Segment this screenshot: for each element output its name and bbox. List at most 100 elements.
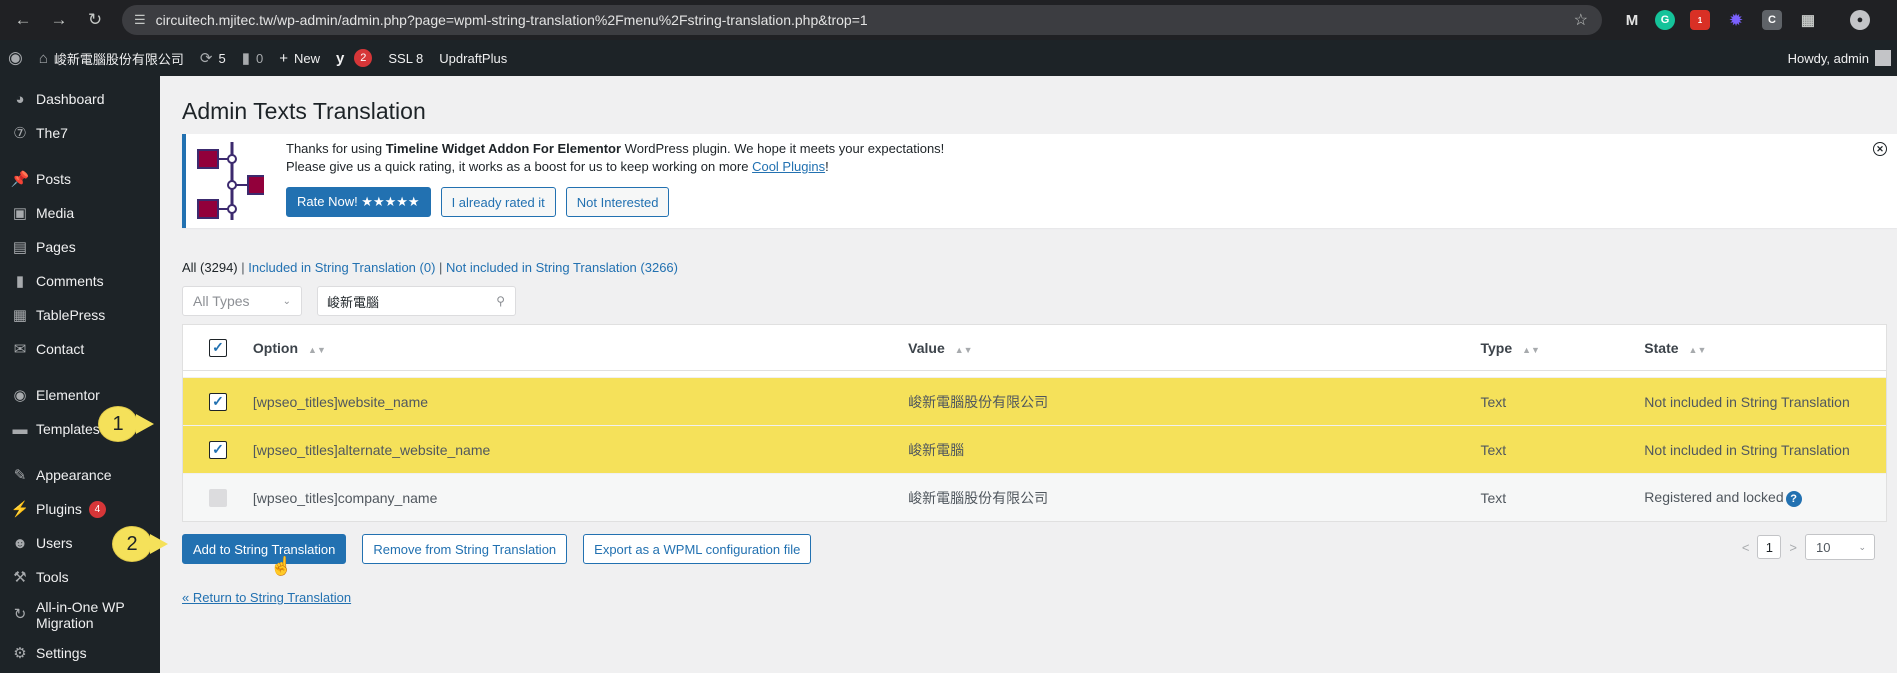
howdy-label: Howdy, admin [1787, 50, 1869, 66]
bookmark-star-icon[interactable]: ☆ [1574, 10, 1588, 30]
select-all-checkbox[interactable]: ✓ [208, 338, 227, 357]
table-header: ✓ Option ▲▼ Value ▲▼ Type ▲▼ State ▲▼ [183, 325, 1886, 371]
sidebar-item-comments[interactable]: ▮ Comments [0, 264, 160, 298]
prev-page-button[interactable]: < [1742, 540, 1750, 555]
my-account-menu[interactable]: Howdy, admin [1788, 40, 1897, 76]
per-page-select[interactable]: 10 ⌄ [1805, 534, 1875, 560]
updates-link[interactable]: ⟳ 5 [192, 40, 234, 76]
status-filter-links: All (3294) | Included in String Translat… [182, 260, 678, 275]
sidebar-item-all-in-one-wp-migration[interactable]: ↻ All-in-One WP Migration [0, 594, 160, 636]
current-page[interactable]: 1 [1757, 535, 1782, 559]
already-rated-button[interactable]: I already rated it [440, 187, 556, 217]
add-to-string-translation-button[interactable]: Add to String Translation [182, 534, 347, 564]
yoast-icon: y [336, 49, 345, 67]
extension-gear-icon[interactable]: ✹ [1726, 10, 1746, 30]
updraftplus-label: UpdraftPlus [439, 50, 508, 66]
rate-now-button[interactable]: Rate Now! ★★★★★ [286, 187, 431, 217]
address-bar[interactable]: ☰ circuitech.mjitec.tw/wp-admin/admin.ph… [122, 5, 1602, 35]
close-icon[interactable]: ✕ [1873, 142, 1887, 156]
profile-avatar-icon[interactable]: ● [1850, 10, 1870, 30]
row-checkbox[interactable]: ✓ [208, 392, 227, 411]
return-to-string-translation-link[interactable]: « Return to String Translation [182, 590, 351, 605]
column-value[interactable]: Value ▲▼ [908, 340, 1480, 356]
state-cell: Not included in String Translation [1644, 393, 1850, 410]
reload-icon[interactable]: ↻ [82, 7, 108, 33]
sidebar-item-pages[interactable]: ▤ Pages [0, 230, 160, 264]
filter-all[interactable]: All (3294) [182, 260, 238, 275]
filter-not-included[interactable]: Not included in String Translation (3266… [446, 260, 678, 275]
ssl-menu[interactable]: SSL 8 [380, 40, 431, 76]
sidebar-item-elementor[interactable]: ◉ Elementor [0, 378, 160, 412]
page-title: Admin Texts Translation [182, 98, 426, 124]
export-wpml-config-button[interactable]: Export as a WPML configuration file [583, 534, 812, 564]
grammarly-icon[interactable]: G [1655, 10, 1675, 30]
pages-icon: ▤ [12, 239, 28, 256]
sidebar-item-label: Appearance [36, 467, 112, 483]
sort-icon: ▲▼ [1522, 344, 1540, 355]
search-icon[interactable]: ⚲ [496, 294, 505, 308]
wp-admin-bar: ◉ ⌂ 峻新電腦股份有限公司 ⟳ 5 ▮ 0 + New y 2 SSL 8 U… [0, 40, 1897, 76]
sidebar-item-tools[interactable]: ⚒ Tools [0, 560, 160, 594]
elementor-icon: ◉ [13, 387, 27, 404]
pagination: < 1 > 10 ⌄ [1742, 534, 1875, 560]
yoast-menu[interactable]: y 2 [328, 40, 380, 76]
option-cell: [wpseo_titles]website_name [252, 393, 429, 410]
sidebar-item-tablepress[interactable]: ▦ TablePress [0, 298, 160, 332]
help-icon[interactable]: ? [1785, 490, 1802, 507]
extension-m-icon[interactable]: M [1622, 10, 1642, 30]
comments-link[interactable]: ▮ 0 [234, 40, 272, 76]
sidebar-item-posts[interactable]: 📌 Posts [0, 162, 160, 196]
column-option[interactable]: Option ▲▼ [253, 340, 908, 356]
sidebar-item-dashboard[interactable]: ◕ Dashboard [0, 82, 160, 116]
row-checkbox[interactable]: ✓ [208, 440, 227, 459]
user-icon: ☻ [12, 534, 28, 552]
hand-cursor-icon: ☝ [270, 556, 293, 576]
dashboard-icon: ◕ [15, 90, 25, 108]
type-cell: Text [1480, 441, 1507, 458]
browser-toolbar: ← → ↻ ☰ circuitech.mjitec.tw/wp-admin/ad… [0, 0, 1897, 40]
new-label: New [294, 50, 321, 66]
wp-logo-icon[interactable]: ◉ [0, 40, 31, 76]
filter-included[interactable]: Included in String Translation (0) [248, 260, 435, 275]
extension-red-icon[interactable]: 1 [1690, 10, 1710, 30]
sidebar-item-plugins[interactable]: ⚡ Plugins 4 [0, 492, 160, 526]
extension-c-icon[interactable]: C [1762, 10, 1782, 30]
next-page-button[interactable]: > [1789, 540, 1797, 555]
remove-from-string-translation-button[interactable]: Remove from String Translation [362, 534, 568, 564]
search-input[interactable]: 峻新電腦 ⚲ [317, 286, 516, 316]
admin-texts-table: ✓ Option ▲▼ Value ▲▼ Type ▲▼ State ▲▼ ✓ [wps… [182, 324, 1887, 522]
sidebar-item-media[interactable]: ▣ Media [0, 196, 160, 230]
forward-icon[interactable]: → [46, 7, 72, 33]
new-content-link[interactable]: + New [271, 40, 328, 76]
cool-plugins-link[interactable]: Cool Plugins [752, 159, 825, 174]
admin-sidebar: ◕ Dashboard ⑦ The7 📌 Posts ▣ Media ▤ Pages ▮ C… [0, 76, 160, 673]
main-content: Admin Texts Translation Thanks for using… [160, 76, 1897, 673]
sidebar-item-label: Comments [36, 273, 104, 289]
site-name-label: 峻新電腦股份有限公司 [53, 51, 184, 67]
comments-icon: ▮ [15, 273, 25, 290]
site-name-link[interactable]: ⌂ 峻新電腦股份有限公司 [31, 40, 192, 76]
column-state[interactable]: State ▲▼ [1644, 340, 1886, 356]
sidebar-item-appearance[interactable]: ✎ Appearance [0, 458, 160, 492]
site-info-icon[interactable]: ☰ [134, 12, 146, 28]
extensions-puzzle-icon[interactable]: ▦ [1798, 10, 1818, 30]
timeline-plugin-logo [197, 142, 264, 220]
notice-buttons: Rate Now! ★★★★★ I already rated it Not I… [286, 187, 670, 217]
plugin-rating-notice: Thanks for using Timeline Widget Addon F… [182, 134, 1897, 228]
sidebar-item-contact[interactable]: ✉ Contact [0, 332, 160, 366]
updraftplus-menu[interactable]: UpdraftPlus [431, 40, 515, 76]
option-cell: [wpseo_titles]company_name [252, 489, 438, 506]
brush-icon: ✎ [13, 467, 27, 484]
type-filter-select[interactable]: All Types ⌄ [182, 286, 302, 316]
not-interested-button[interactable]: Not Interested [565, 187, 670, 217]
column-type[interactable]: Type ▲▼ [1480, 340, 1644, 356]
state-cell: Registered and locked? [1644, 489, 1886, 507]
url-text: circuitech.mjitec.tw/wp-admin/admin.php?… [155, 12, 868, 28]
chevron-down-icon: ⌄ [282, 295, 291, 307]
sidebar-item-label: Users [36, 535, 73, 551]
sidebar-item-label: Contact [36, 341, 85, 357]
sidebar-item-settings[interactable]: ⚙ Settings [0, 636, 160, 670]
type-filter-value: All Types [193, 293, 250, 309]
back-icon[interactable]: ← [10, 7, 36, 33]
sidebar-item-the7[interactable]: ⑦ The7 [0, 116, 160, 150]
